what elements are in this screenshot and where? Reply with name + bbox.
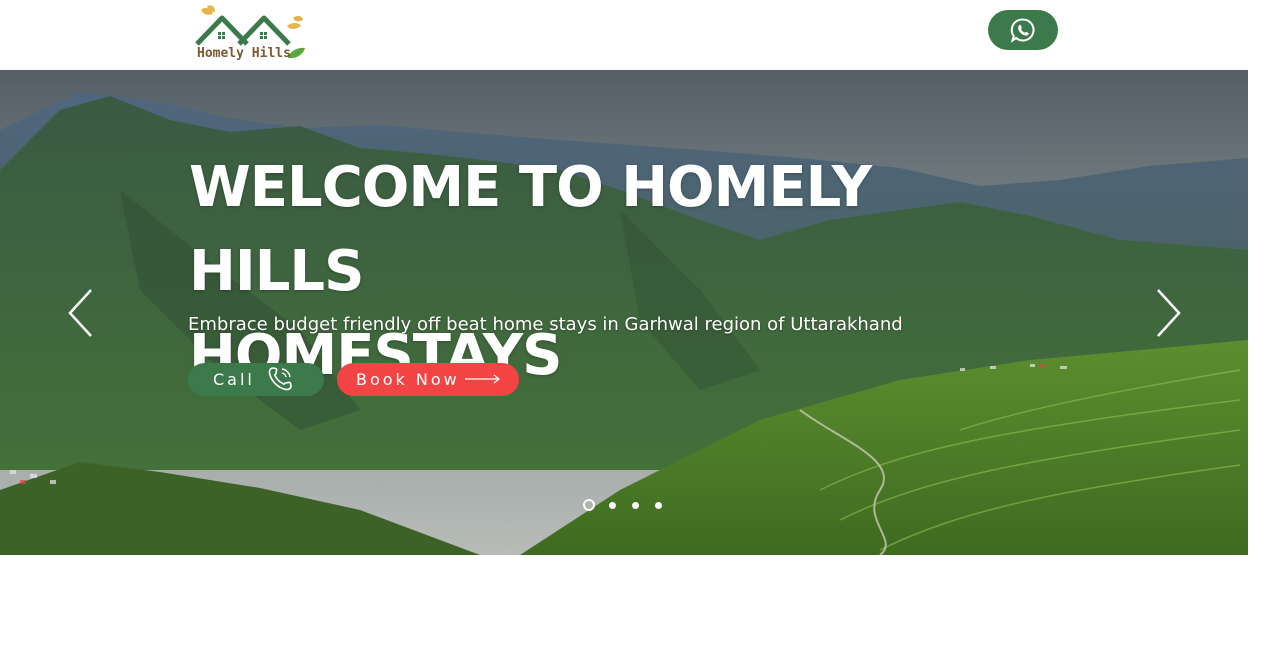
logo-roofs-graphic <box>195 5 303 50</box>
hero-subtitle: Embrace budget friendly off beat home st… <box>188 314 903 335</box>
book-now-label: Book Now <box>356 370 460 389</box>
slide-indicators <box>583 499 678 511</box>
phone-icon <box>268 367 292 391</box>
homely-hills-logo[interactable]: Homely Hills <box>195 4 307 64</box>
logo-text: Homely Hills <box>197 46 291 61</box>
whatsapp-button[interactable] <box>988 10 1058 50</box>
hero-title: WELCOME TO HOMELY HILLS HOMESTAYS <box>189 146 1009 398</box>
slide-dot-1[interactable] <box>583 499 595 511</box>
hero-title-line1: WELCOME TO HOMELY HILLS <box>189 155 872 304</box>
next-slide-button[interactable] <box>1153 288 1183 338</box>
arrow-right-icon <box>465 374 500 384</box>
slide-dot-3[interactable] <box>632 501 639 509</box>
chevron-left-icon <box>68 289 92 337</box>
slide-dot-4[interactable] <box>655 501 662 509</box>
previous-slide-button[interactable] <box>66 288 96 338</box>
book-now-button[interactable]: Book Now <box>337 363 519 396</box>
call-button[interactable]: Call <box>188 363 324 396</box>
site-header: Homely Hills <box>0 0 1280 70</box>
call-button-label: Call <box>213 370 255 389</box>
whatsapp-icon <box>1010 18 1035 43</box>
slide-dot-2[interactable] <box>609 501 616 509</box>
chevron-right-icon <box>1157 289 1181 337</box>
hero-slideshow: WELCOME TO HOMELY HILLS HOMESTAYS Embrac… <box>0 70 1248 555</box>
